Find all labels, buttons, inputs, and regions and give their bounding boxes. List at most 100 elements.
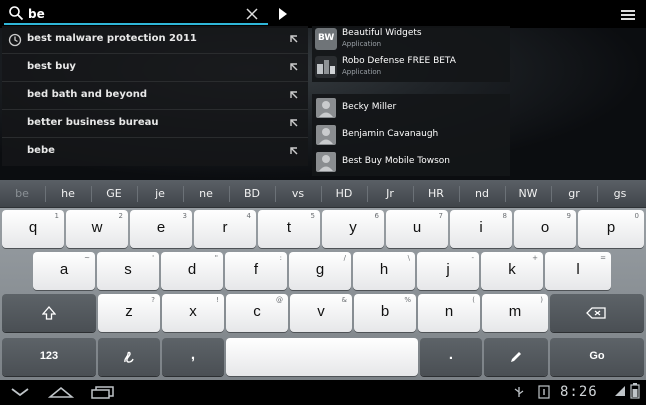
key-label: a — [59, 261, 69, 278]
key-label: b — [380, 303, 390, 320]
query-refine-icon[interactable] — [289, 90, 299, 100]
handwriting-icon — [124, 351, 134, 363]
key-u[interactable]: 7u — [386, 210, 448, 248]
candidate-divider — [367, 186, 368, 202]
voice-input-key[interactable] — [98, 338, 160, 376]
key-g[interactable]: / g — [289, 252, 351, 290]
key-label: d — [187, 261, 197, 278]
key-n[interactable]: (n — [418, 294, 480, 332]
candidate-word[interactable]: HD — [324, 180, 364, 208]
app-result-item[interactable]: Robo Defense FREE BETA Application — [312, 54, 510, 82]
key-label: e — [156, 219, 166, 236]
key-label: n — [444, 303, 454, 320]
recent-apps-icon[interactable] — [90, 385, 116, 399]
search-bar — [0, 0, 646, 28]
suggestion-text: bed bath and beyond — [27, 89, 147, 100]
candidate-word[interactable]: ne — [186, 180, 226, 208]
key-h[interactable]: \ h — [353, 252, 415, 290]
candidate-divider — [275, 186, 276, 202]
spacebar[interactable] — [226, 338, 418, 376]
contact-result-item[interactable]: Becky Miller — [312, 94, 510, 122]
key-p[interactable]: 0p — [578, 210, 644, 248]
candidate-word[interactable]: Jr — [370, 180, 410, 208]
candidate-divider — [183, 186, 184, 202]
home-icon[interactable] — [48, 385, 74, 399]
candidate-word[interactable]: GE — [94, 180, 134, 208]
key-t[interactable]: 5t — [258, 210, 320, 248]
comma-key[interactable]: , — [162, 338, 224, 376]
key-i[interactable]: 8i — [450, 210, 512, 248]
shift-icon — [42, 306, 56, 320]
notification-count-icon[interactable] — [538, 385, 550, 399]
candidate-word[interactable]: NW — [508, 180, 548, 208]
key-b[interactable]: % b — [354, 294, 416, 332]
candidate-word[interactable]: nd — [462, 180, 502, 208]
search-input[interactable] — [28, 5, 238, 23]
app-title: Beautiful Widgets — [342, 28, 422, 38]
settings-key[interactable] — [484, 338, 548, 376]
key-d[interactable]: " d — [161, 252, 223, 290]
key-e[interactable]: 3e — [130, 210, 192, 248]
key-f[interactable]: :f — [225, 252, 287, 290]
key-label: l — [576, 261, 580, 278]
history-icon — [8, 33, 22, 47]
key-y[interactable]: 6y — [322, 210, 384, 248]
query-refine-icon[interactable] — [289, 146, 299, 156]
app-result-item[interactable]: BW Beautiful Widgets Application — [312, 26, 510, 54]
query-refine-icon[interactable] — [289, 34, 299, 44]
key-label: 123 — [39, 350, 59, 362]
key-c[interactable]: @ c — [226, 294, 288, 332]
candidate-divider — [505, 186, 506, 202]
backspace-key[interactable] — [550, 294, 644, 332]
key-z[interactable]: ? z — [98, 294, 160, 332]
candidate-word[interactable]: be — [2, 180, 42, 208]
candidate-word[interactable]: vs — [278, 180, 318, 208]
clear-icon[interactable] — [244, 6, 260, 22]
hide-keyboard-icon[interactable] — [10, 387, 30, 397]
key-r[interactable]: 4r — [194, 210, 256, 248]
key-label: g — [315, 261, 325, 278]
contact-name: Benjamin Cavanaugh — [342, 129, 439, 139]
period-key[interactable]: . — [420, 338, 482, 376]
search-field[interactable] — [4, 3, 268, 25]
suggestion-text: best buy — [27, 61, 76, 72]
key-label: x — [189, 303, 197, 320]
candidate-word[interactable]: je — [140, 180, 180, 208]
app-subtitle: Application — [342, 68, 382, 76]
key-l[interactable]: = l — [545, 252, 611, 290]
suggestion-item[interactable]: bed bath and beyond — [2, 82, 308, 110]
shift-key[interactable] — [2, 294, 96, 332]
candidate-word[interactable]: BD — [232, 180, 272, 208]
key-x[interactable]: ! x — [162, 294, 224, 332]
candidate-word[interactable]: gs — [600, 180, 640, 208]
candidate-word[interactable]: HR — [416, 180, 456, 208]
key-w[interactable]: 2w — [66, 210, 128, 248]
symbols-key[interactable]: 123 — [2, 338, 96, 376]
key-k[interactable]: + k — [481, 252, 543, 290]
key-label: m — [508, 303, 522, 320]
key-s[interactable]: ' s — [97, 252, 159, 290]
suggestion-item[interactable]: better business bureau — [2, 110, 308, 138]
key-label: j — [446, 261, 450, 278]
key-m[interactable]: ) m — [482, 294, 548, 332]
suggestion-item[interactable]: best buy — [2, 54, 308, 82]
candidate-word[interactable]: he — [48, 180, 88, 208]
key-q[interactable]: 1q — [2, 210, 64, 248]
query-refine-icon[interactable] — [289, 118, 299, 128]
key-a[interactable]: ~ a — [33, 252, 95, 290]
go-key[interactable]: Go — [550, 338, 644, 376]
key-label: u — [412, 219, 422, 236]
menu-icon[interactable] — [620, 9, 636, 23]
suggestion-item[interactable]: bebe — [2, 138, 308, 166]
contact-result-item[interactable]: Benjamin Cavanaugh — [312, 121, 510, 149]
key-label: f — [253, 261, 259, 278]
suggestion-item[interactable]: best malware protection 2011 — [2, 26, 308, 54]
candidate-divider — [91, 186, 92, 202]
query-refine-icon[interactable] — [289, 62, 299, 72]
key-v[interactable]: & v — [290, 294, 352, 332]
candidate-word[interactable]: gr — [554, 180, 594, 208]
search-go-icon[interactable] — [278, 8, 288, 20]
key-o[interactable]: 9o — [514, 210, 576, 248]
key-j[interactable]: -j — [417, 252, 479, 290]
contact-result-item[interactable]: Best Buy Mobile Towson — [312, 148, 510, 176]
